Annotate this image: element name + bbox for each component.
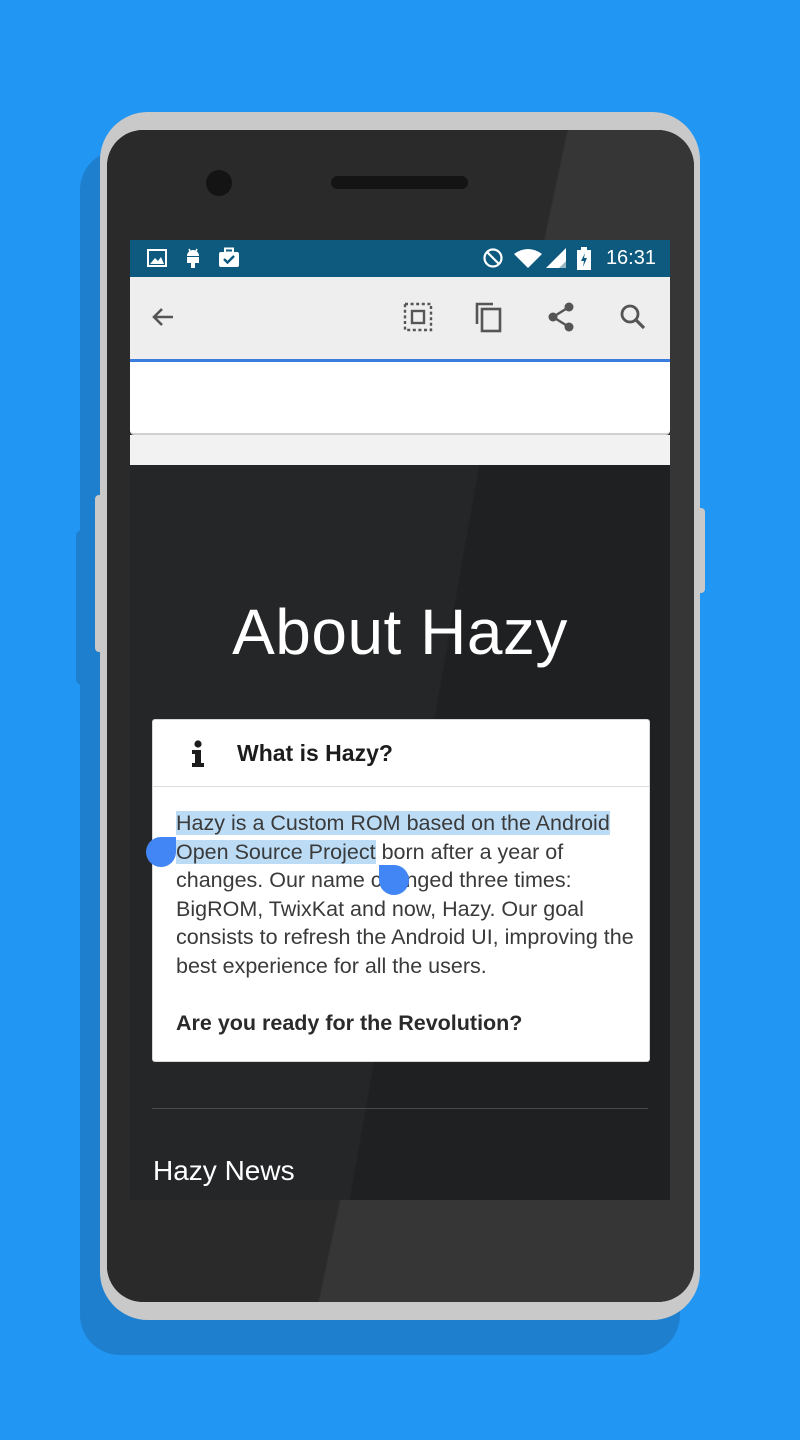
do-not-disturb-icon bbox=[482, 247, 504, 269]
share-icon[interactable] bbox=[544, 300, 578, 334]
card-header: What is Hazy? bbox=[153, 720, 649, 787]
header-spacer bbox=[130, 435, 670, 465]
news-section-title: Hazy News bbox=[153, 1155, 295, 1186]
page-title: About Hazy bbox=[232, 596, 568, 668]
search-icon[interactable] bbox=[616, 300, 650, 334]
earpiece-speaker bbox=[331, 176, 468, 189]
copy-icon[interactable] bbox=[472, 300, 506, 334]
wifi-icon bbox=[513, 247, 543, 269]
card-question: Are you ready for the Revolution? bbox=[176, 1011, 523, 1036]
status-bar: 16:31 bbox=[130, 240, 670, 277]
phone-screen: 16:31 About Hazy What is Hazy? Hazy is a… bbox=[130, 240, 670, 1200]
card-body-text[interactable]: Hazy is a Custom ROM based on the Androi… bbox=[176, 809, 636, 1038]
card-title: What is Hazy? bbox=[237, 740, 393, 766]
selection-toolbar bbox=[130, 277, 670, 362]
selection-start-handle[interactable] bbox=[146, 837, 176, 867]
section-divider bbox=[152, 1108, 648, 1109]
signal-icon bbox=[545, 247, 567, 269]
front-camera bbox=[206, 170, 232, 196]
phone-shadow-button bbox=[76, 530, 90, 685]
page-content: About Hazy What is Hazy? Hazy is a Custo… bbox=[130, 465, 670, 1200]
selection-end-handle[interactable] bbox=[379, 865, 409, 895]
android-icon bbox=[182, 247, 204, 269]
back-arrow-icon[interactable] bbox=[146, 300, 180, 334]
select-all-icon[interactable] bbox=[401, 300, 435, 334]
battery-charging-icon bbox=[576, 247, 592, 270]
page-header-bar bbox=[130, 362, 670, 435]
status-time: 16:31 bbox=[605, 247, 656, 269]
image-icon bbox=[146, 247, 168, 269]
info-icon bbox=[187, 740, 209, 768]
briefcase-check-icon bbox=[218, 247, 240, 269]
